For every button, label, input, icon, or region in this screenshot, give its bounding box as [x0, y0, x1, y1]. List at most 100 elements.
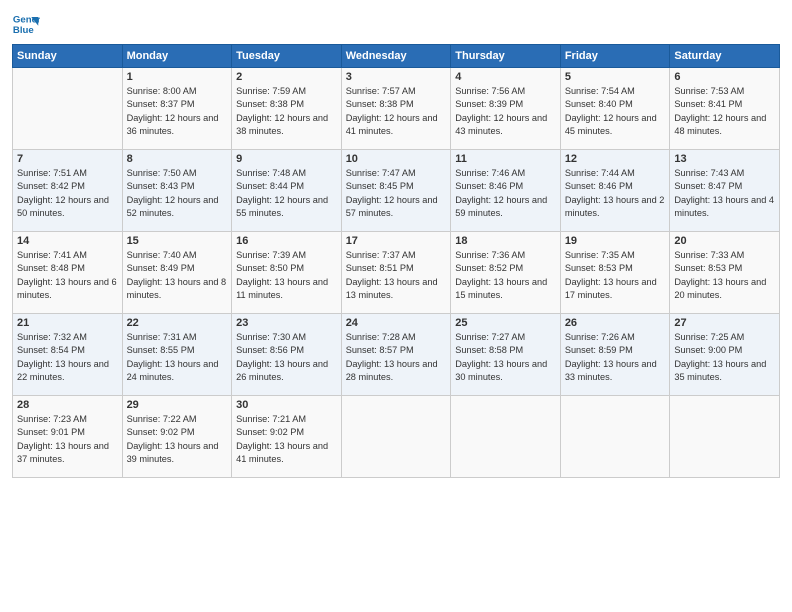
page-header: General Blue — [12, 10, 780, 38]
calendar-cell: 17 Sunrise: 7:37 AMSunset: 8:51 PMDaylig… — [341, 232, 451, 314]
cell-info: Sunrise: 7:30 AMSunset: 8:56 PMDaylight:… — [236, 331, 337, 384]
calendar-cell: 26 Sunrise: 7:26 AMSunset: 8:59 PMDaylig… — [560, 314, 670, 396]
header-cell-thursday: Thursday — [451, 45, 561, 68]
day-number: 18 — [455, 235, 556, 247]
logo-icon: General Blue — [12, 10, 40, 38]
calendar-header-row: SundayMondayTuesdayWednesdayThursdayFrid… — [13, 45, 780, 68]
cell-info: Sunrise: 7:23 AMSunset: 9:01 PMDaylight:… — [17, 413, 118, 466]
cell-info: Sunrise: 7:59 AMSunset: 8:38 PMDaylight:… — [236, 85, 337, 138]
cell-info: Sunrise: 7:44 AMSunset: 8:46 PMDaylight:… — [565, 167, 666, 220]
calendar-cell: 30 Sunrise: 7:21 AMSunset: 9:02 PMDaylig… — [232, 396, 342, 478]
calendar-cell: 4 Sunrise: 7:56 AMSunset: 8:39 PMDayligh… — [451, 68, 561, 150]
cell-info: Sunrise: 8:00 AMSunset: 8:37 PMDaylight:… — [127, 85, 228, 138]
calendar-cell: 3 Sunrise: 7:57 AMSunset: 8:38 PMDayligh… — [341, 68, 451, 150]
header-cell-friday: Friday — [560, 45, 670, 68]
day-number: 28 — [17, 399, 118, 411]
day-number: 14 — [17, 235, 118, 247]
day-number: 10 — [346, 153, 447, 165]
calendar-cell — [670, 396, 780, 478]
day-number: 7 — [17, 153, 118, 165]
logo: General Blue — [12, 10, 44, 38]
day-number: 12 — [565, 153, 666, 165]
day-number: 1 — [127, 71, 228, 83]
header-cell-tuesday: Tuesday — [232, 45, 342, 68]
cell-info: Sunrise: 7:35 AMSunset: 8:53 PMDaylight:… — [565, 249, 666, 302]
day-number: 26 — [565, 317, 666, 329]
day-number: 24 — [346, 317, 447, 329]
cell-info: Sunrise: 7:22 AMSunset: 9:02 PMDaylight:… — [127, 413, 228, 466]
calendar-cell: 20 Sunrise: 7:33 AMSunset: 8:53 PMDaylig… — [670, 232, 780, 314]
calendar-cell — [341, 396, 451, 478]
day-number: 4 — [455, 71, 556, 83]
calendar-cell: 10 Sunrise: 7:47 AMSunset: 8:45 PMDaylig… — [341, 150, 451, 232]
day-number: 13 — [674, 153, 775, 165]
cell-info: Sunrise: 7:27 AMSunset: 8:58 PMDaylight:… — [455, 331, 556, 384]
day-number: 5 — [565, 71, 666, 83]
cell-info: Sunrise: 7:51 AMSunset: 8:42 PMDaylight:… — [17, 167, 118, 220]
day-number: 16 — [236, 235, 337, 247]
cell-info: Sunrise: 7:40 AMSunset: 8:49 PMDaylight:… — [127, 249, 228, 302]
calendar-cell: 13 Sunrise: 7:43 AMSunset: 8:47 PMDaylig… — [670, 150, 780, 232]
day-number: 19 — [565, 235, 666, 247]
cell-info: Sunrise: 7:25 AMSunset: 9:00 PMDaylight:… — [674, 331, 775, 384]
cell-info: Sunrise: 7:53 AMSunset: 8:41 PMDaylight:… — [674, 85, 775, 138]
calendar-week-4: 21 Sunrise: 7:32 AMSunset: 8:54 PMDaylig… — [13, 314, 780, 396]
cell-info: Sunrise: 7:31 AMSunset: 8:55 PMDaylight:… — [127, 331, 228, 384]
day-number: 22 — [127, 317, 228, 329]
cell-info: Sunrise: 7:33 AMSunset: 8:53 PMDaylight:… — [674, 249, 775, 302]
header-cell-wednesday: Wednesday — [341, 45, 451, 68]
calendar-cell: 9 Sunrise: 7:48 AMSunset: 8:44 PMDayligh… — [232, 150, 342, 232]
cell-info: Sunrise: 7:56 AMSunset: 8:39 PMDaylight:… — [455, 85, 556, 138]
day-number: 25 — [455, 317, 556, 329]
cell-info: Sunrise: 7:43 AMSunset: 8:47 PMDaylight:… — [674, 167, 775, 220]
cell-info: Sunrise: 7:47 AMSunset: 8:45 PMDaylight:… — [346, 167, 447, 220]
calendar-cell: 7 Sunrise: 7:51 AMSunset: 8:42 PMDayligh… — [13, 150, 123, 232]
cell-info: Sunrise: 7:57 AMSunset: 8:38 PMDaylight:… — [346, 85, 447, 138]
cell-info: Sunrise: 7:28 AMSunset: 8:57 PMDaylight:… — [346, 331, 447, 384]
day-number: 9 — [236, 153, 337, 165]
day-number: 17 — [346, 235, 447, 247]
cell-info: Sunrise: 7:54 AMSunset: 8:40 PMDaylight:… — [565, 85, 666, 138]
calendar-week-3: 14 Sunrise: 7:41 AMSunset: 8:48 PMDaylig… — [13, 232, 780, 314]
calendar-cell: 25 Sunrise: 7:27 AMSunset: 8:58 PMDaylig… — [451, 314, 561, 396]
calendar-cell: 28 Sunrise: 7:23 AMSunset: 9:01 PMDaylig… — [13, 396, 123, 478]
calendar-cell: 27 Sunrise: 7:25 AMSunset: 9:00 PMDaylig… — [670, 314, 780, 396]
svg-text:Blue: Blue — [13, 25, 34, 36]
calendar-cell: 19 Sunrise: 7:35 AMSunset: 8:53 PMDaylig… — [560, 232, 670, 314]
cell-info: Sunrise: 7:36 AMSunset: 8:52 PMDaylight:… — [455, 249, 556, 302]
calendar-cell: 6 Sunrise: 7:53 AMSunset: 8:41 PMDayligh… — [670, 68, 780, 150]
calendar-cell: 12 Sunrise: 7:44 AMSunset: 8:46 PMDaylig… — [560, 150, 670, 232]
cell-info: Sunrise: 7:48 AMSunset: 8:44 PMDaylight:… — [236, 167, 337, 220]
calendar-week-2: 7 Sunrise: 7:51 AMSunset: 8:42 PMDayligh… — [13, 150, 780, 232]
day-number: 8 — [127, 153, 228, 165]
header-cell-sunday: Sunday — [13, 45, 123, 68]
cell-info: Sunrise: 7:26 AMSunset: 8:59 PMDaylight:… — [565, 331, 666, 384]
calendar-cell: 11 Sunrise: 7:46 AMSunset: 8:46 PMDaylig… — [451, 150, 561, 232]
calendar-cell: 1 Sunrise: 8:00 AMSunset: 8:37 PMDayligh… — [122, 68, 232, 150]
cell-info: Sunrise: 7:32 AMSunset: 8:54 PMDaylight:… — [17, 331, 118, 384]
calendar-cell: 2 Sunrise: 7:59 AMSunset: 8:38 PMDayligh… — [232, 68, 342, 150]
header-cell-monday: Monday — [122, 45, 232, 68]
day-number: 15 — [127, 235, 228, 247]
cell-info: Sunrise: 7:37 AMSunset: 8:51 PMDaylight:… — [346, 249, 447, 302]
calendar-cell: 23 Sunrise: 7:30 AMSunset: 8:56 PMDaylig… — [232, 314, 342, 396]
day-number: 27 — [674, 317, 775, 329]
calendar-cell: 22 Sunrise: 7:31 AMSunset: 8:55 PMDaylig… — [122, 314, 232, 396]
calendar-cell: 18 Sunrise: 7:36 AMSunset: 8:52 PMDaylig… — [451, 232, 561, 314]
calendar-cell: 5 Sunrise: 7:54 AMSunset: 8:40 PMDayligh… — [560, 68, 670, 150]
day-number: 20 — [674, 235, 775, 247]
calendar-cell: 24 Sunrise: 7:28 AMSunset: 8:57 PMDaylig… — [341, 314, 451, 396]
calendar-cell: 15 Sunrise: 7:40 AMSunset: 8:49 PMDaylig… — [122, 232, 232, 314]
calendar-cell: 29 Sunrise: 7:22 AMSunset: 9:02 PMDaylig… — [122, 396, 232, 478]
calendar-week-1: 1 Sunrise: 8:00 AMSunset: 8:37 PMDayligh… — [13, 68, 780, 150]
calendar-cell — [451, 396, 561, 478]
cell-info: Sunrise: 7:50 AMSunset: 8:43 PMDaylight:… — [127, 167, 228, 220]
cell-info: Sunrise: 7:46 AMSunset: 8:46 PMDaylight:… — [455, 167, 556, 220]
calendar-cell — [560, 396, 670, 478]
day-number: 2 — [236, 71, 337, 83]
calendar-cell: 16 Sunrise: 7:39 AMSunset: 8:50 PMDaylig… — [232, 232, 342, 314]
header-cell-saturday: Saturday — [670, 45, 780, 68]
calendar-cell: 14 Sunrise: 7:41 AMSunset: 8:48 PMDaylig… — [13, 232, 123, 314]
day-number: 23 — [236, 317, 337, 329]
calendar-table: SundayMondayTuesdayWednesdayThursdayFrid… — [12, 44, 780, 478]
